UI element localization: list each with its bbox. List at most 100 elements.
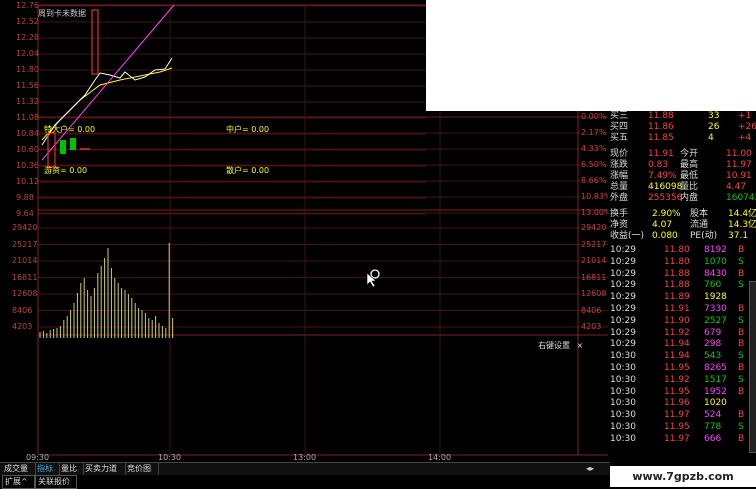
tick-side: S xyxy=(738,374,744,385)
ask-label: 买五 xyxy=(610,133,629,143)
tick-volume: 7330 xyxy=(704,304,727,314)
ask-volume: 26 xyxy=(708,122,720,132)
right-volume-tick: 21014 xyxy=(581,256,607,265)
stat-row: 换手 2.90% 股本 14.4亿 xyxy=(608,209,756,220)
tick-side: S xyxy=(738,256,744,267)
stat-value: 255356 xyxy=(648,193,683,203)
site-watermark: www.7gpzb.com xyxy=(610,466,756,487)
close-icon[interactable]: × xyxy=(577,341,584,350)
pct-tick: 0.00% xyxy=(581,112,607,121)
stat-value: 14.4亿 xyxy=(728,209,756,219)
volume-tick: 29420 xyxy=(12,223,38,232)
tick-time: 10:29 xyxy=(610,292,636,303)
price-tick: 12.04 xyxy=(16,49,39,58)
stat-row: 现价 11.91 今开 11.00 xyxy=(608,149,756,160)
time-tick: 09:30 xyxy=(26,453,50,462)
tick-time: 10:29 xyxy=(610,339,636,350)
price-tick: 12.28 xyxy=(16,33,39,42)
tab-竞价图[interactable]: 竞价图 xyxy=(125,463,159,475)
green-candle xyxy=(60,140,66,154)
tick-price: 11.80 xyxy=(664,245,690,255)
stat-label: 涨跌 xyxy=(610,160,629,170)
right-volume-tick: 12608 xyxy=(581,289,607,298)
tick-side: B xyxy=(738,304,745,314)
tick-row: 10:30 11.95 1952 B xyxy=(608,387,756,398)
tab-量比[interactable]: 量比 xyxy=(59,463,84,475)
blank-area xyxy=(426,0,756,111)
stat-label: 流通 xyxy=(690,220,709,230)
tick-time: 10:29 xyxy=(610,304,636,314)
tab-成交量[interactable]: 成交量 xyxy=(2,463,36,475)
stat-value: 14.3亿 xyxy=(728,220,756,230)
tick-scrollbar[interactable] xyxy=(749,281,756,453)
right-settings[interactable]: 右键设置 × xyxy=(538,340,583,351)
tick-volume: 1928 xyxy=(704,292,727,303)
right-settings-label: 右键设置 xyxy=(538,341,570,350)
tick-side: S xyxy=(738,422,744,432)
tab-指标[interactable]: 指标 xyxy=(35,463,60,475)
right-volume-tick: 25217 xyxy=(581,239,607,249)
ask-label: 买三 xyxy=(610,111,629,121)
stat-label: 最高 xyxy=(680,160,699,170)
tab-买卖力道[interactable]: 买卖力道 xyxy=(83,463,126,475)
stat-value: 11.00 xyxy=(726,149,752,159)
tick-time: 10:30 xyxy=(610,433,636,444)
stat-row: 总量 416098 量比 4.47 xyxy=(608,182,756,193)
volume-tick: 21014 xyxy=(12,256,38,265)
tick-side: B xyxy=(738,245,745,255)
quote-panel: 买三 11.88 33 +1 买四 11.86 26 +26 买五 11.85 4 +4 现价 11.9… xyxy=(608,111,756,466)
tick-row: 10:29 11.90 2527 S xyxy=(608,316,756,327)
tick-price: 11.90 xyxy=(664,315,690,326)
tick-volume: 8430 xyxy=(704,268,727,279)
tick-volume: 8265 xyxy=(704,363,727,373)
stat-label: 净资 xyxy=(610,220,629,230)
trend-line xyxy=(41,4,175,161)
info-label: 周到卡未数据 xyxy=(38,9,86,18)
stat-value: 11.97 xyxy=(726,160,752,170)
price-tick: 11.08 xyxy=(16,113,39,122)
tick-row: 10:30 11.94 543 S xyxy=(608,351,756,362)
stat-label: 收益(一) xyxy=(610,231,645,241)
tick-row: 10:29 11.91 7330 B xyxy=(608,304,756,315)
tick-volume: 1070 xyxy=(704,256,727,267)
tick-row: 10:30 11.97 666 B xyxy=(608,434,756,445)
tick-price: 11.91 xyxy=(664,304,690,314)
scroll-arrows[interactable]: ◂▸ xyxy=(586,464,608,474)
tick-row: 10:30 11.95 8265 B xyxy=(608,363,756,374)
small-order-label: 散户= 0.00 xyxy=(226,166,270,175)
tick-row: 10:29 11.88 8430 B xyxy=(608,269,756,280)
price-tick: 11.56 xyxy=(16,81,39,90)
stat-label: 最低 xyxy=(680,171,699,181)
tick-price: 11.88 xyxy=(664,280,690,291)
ask-row: 买五 11.85 4 +4 xyxy=(608,133,756,144)
price-tick: 12.76 xyxy=(16,1,39,10)
time-tick: 14:00 xyxy=(428,453,452,462)
mouse-cursor-icon xyxy=(366,269,380,288)
stat-value: 0.83 xyxy=(648,160,669,170)
pct-tick: 2.17% xyxy=(581,128,607,137)
tick-volume: 543 xyxy=(704,351,722,362)
tick-price: 11.92 xyxy=(664,327,690,338)
tick-side: S xyxy=(738,351,744,362)
stat-label: 换手 xyxy=(610,209,629,219)
right-volume-tick: 4203 xyxy=(581,322,602,331)
tick-time: 10:30 xyxy=(610,386,636,397)
tick-side: B xyxy=(738,363,745,373)
price-tick: 10.12 xyxy=(16,177,39,186)
time-tick: 10:30 xyxy=(158,453,182,462)
pct-tick: 13.00% xyxy=(581,208,612,217)
stat-row: 净资 4.07 流通 14.3亿 xyxy=(608,220,756,231)
stat-value: 0.080 xyxy=(652,231,678,241)
price-tick: 10.84 xyxy=(16,129,39,138)
volume-tick: 8406 xyxy=(12,305,33,315)
tick-price: 11.92 xyxy=(664,374,690,385)
tick-price: 11.97 xyxy=(664,410,690,421)
tick-volume: 1517 xyxy=(704,374,727,385)
stat-value: 4.07 xyxy=(652,220,673,230)
tick-row: 10:30 11.97 524 B xyxy=(608,410,756,421)
ask-price: 11.85 xyxy=(648,133,674,143)
stat-label: 今开 xyxy=(680,149,699,159)
ask-price: 11.86 xyxy=(648,122,674,132)
stat-label: 涨幅 xyxy=(610,171,629,181)
right-volume-tick: 8406 xyxy=(581,305,602,315)
